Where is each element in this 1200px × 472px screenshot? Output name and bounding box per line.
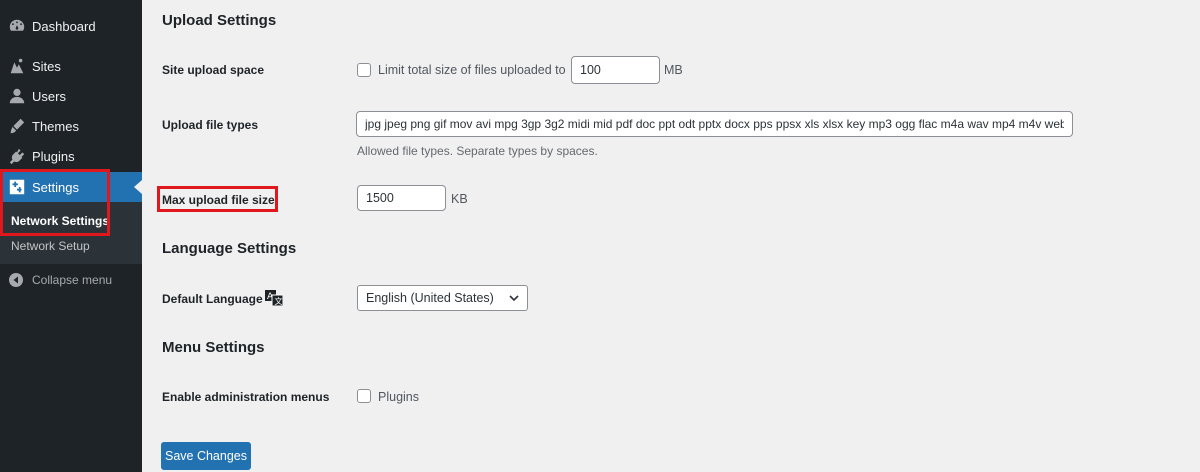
settings-icon — [7, 177, 27, 197]
plugins-icon — [7, 146, 27, 166]
translation-icon: A 文 — [265, 290, 283, 306]
collapse-icon — [9, 273, 23, 287]
settings-submenu: Network Settings Network Setup — [0, 202, 142, 264]
selected-language: English (United States) — [366, 291, 494, 305]
collapse-label: Collapse menu — [32, 273, 113, 287]
sidebar-item-label: Users — [32, 88, 66, 104]
submenu-network-settings[interactable]: Network Settings — [11, 214, 109, 228]
svg-text:文: 文 — [275, 296, 283, 306]
max-upload-size-input[interactable] — [357, 185, 446, 211]
max-upload-size-unit: KB — [451, 192, 468, 206]
default-language-label: Default Language — [162, 292, 263, 306]
upload-space-unit: MB — [664, 63, 683, 77]
plugins-menu-checkbox[interactable] — [357, 389, 371, 403]
users-icon — [7, 86, 27, 106]
settings-content: Upload Settings Site upload space Limit … — [142, 0, 1200, 472]
site-upload-space-label: Site upload space — [162, 63, 265, 77]
upload-space-input[interactable] — [571, 56, 660, 84]
default-language-select[interactable]: English (United States) — [357, 285, 528, 311]
limit-upload-space-text: Limit total size of files uploaded to — [378, 63, 566, 77]
file-types-description: Allowed file types. Separate types by sp… — [357, 144, 598, 158]
sidebar-item-label: Plugins — [32, 148, 75, 164]
sidebar-item-label: Themes — [32, 118, 79, 134]
sidebar-item-sites[interactable]: Sites — [0, 51, 142, 81]
active-indicator — [134, 180, 142, 194]
sidebar-item-plugins[interactable]: Plugins — [0, 141, 142, 171]
themes-icon — [7, 116, 27, 136]
upload-file-types-input[interactable] — [356, 111, 1073, 137]
save-changes-button[interactable]: Save Changes — [161, 442, 251, 470]
collapse-menu-button[interactable]: Collapse menu — [0, 268, 142, 292]
limit-upload-space-checkbox[interactable] — [357, 63, 371, 77]
sidebar-item-label: Settings — [32, 179, 79, 195]
sidebar-item-users[interactable]: Users — [0, 81, 142, 111]
upload-settings-heading: Upload Settings — [162, 12, 277, 29]
sidebar-item-label: Sites — [32, 58, 61, 74]
sidebar-item-themes[interactable]: Themes — [0, 111, 142, 141]
sidebar-item-settings[interactable]: Settings — [0, 172, 142, 202]
admin-sidebar: Dashboard Sites Users Themes Plugins Set… — [0, 0, 142, 472]
submenu-network-setup[interactable]: Network Setup — [11, 239, 90, 253]
plugins-menu-label: Plugins — [378, 390, 419, 404]
upload-file-types-label: Upload file types — [162, 118, 259, 132]
enable-admin-menus-label: Enable administration menus — [162, 390, 330, 404]
menu-settings-heading: Menu Settings — [162, 339, 265, 356]
chevron-down-icon — [509, 295, 519, 302]
sidebar-item-dashboard[interactable]: Dashboard — [0, 11, 142, 41]
language-settings-heading: Language Settings — [162, 240, 297, 257]
sites-icon — [7, 56, 27, 76]
dashboard-icon — [7, 16, 27, 36]
max-upload-size-label: Max upload file size — [162, 193, 275, 207]
sidebar-item-label: Dashboard — [32, 18, 96, 34]
